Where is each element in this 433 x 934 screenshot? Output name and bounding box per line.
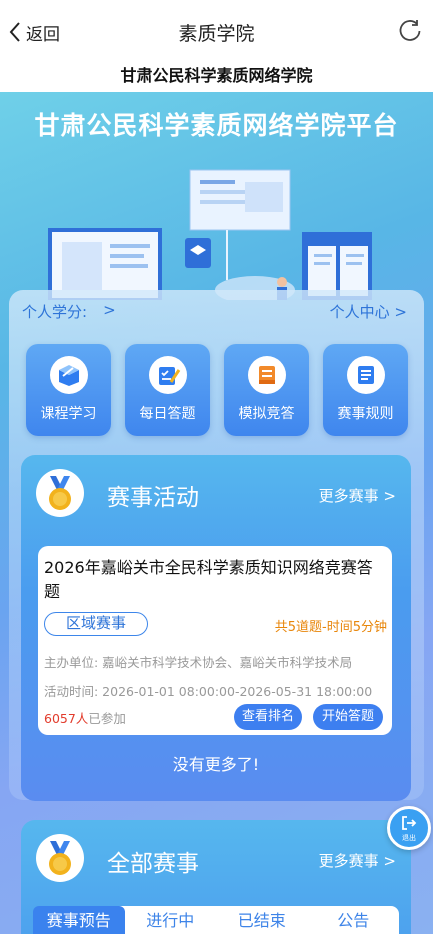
tile-label: 每日答题 (139, 406, 196, 422)
participant-suffix: 已参加 (88, 711, 126, 726)
banner-title: 甘肃公民科学素质网络学院平台 (34, 111, 399, 140)
event-meta: 共5道题-时间5分钟 (274, 620, 387, 635)
medal-icon (36, 834, 84, 882)
logout-icon (402, 815, 417, 830)
tile-daily-quiz[interactable]: 每日答题 (125, 344, 210, 436)
all-events-more-link[interactable]: 更多赛事 > (319, 850, 396, 871)
tab-ended[interactable]: 已结束 (216, 906, 308, 934)
event-participants: 6057人已参加 (44, 708, 126, 727)
event-tabs: 赛事预告 进行中 已结束 公告 (33, 906, 399, 934)
participant-count: 6057人 (44, 711, 89, 726)
page-title: 素质学院 (178, 23, 255, 45)
tile-label: 课程学习 (40, 406, 97, 422)
medal-icon (36, 469, 84, 517)
top-nav-bar: 返回 素质学院 (0, 0, 433, 62)
refresh-icon[interactable] (397, 18, 423, 44)
all-events-title: 全部赛事 (107, 851, 199, 877)
exit-label: 退出 (402, 833, 416, 842)
event-title: 2026年嘉峪关市全民科学素质知识网络竞赛答题 (44, 558, 373, 601)
mock-icon (258, 366, 275, 384)
event-organizer: 主办单位: 嘉峪关市科学技术协会、嘉峪关市科学技术局 (44, 655, 353, 670)
tab-ongoing[interactable]: 进行中 (125, 906, 217, 934)
tab-announcement[interactable]: 公告 (308, 906, 400, 934)
personal-credit[interactable]: 个人学分: > (22, 301, 116, 322)
quiz-icon (158, 367, 180, 385)
tile-label: 赛事规则 (337, 406, 394, 422)
event-time: 活动时间: 2026-01-01 08:00:00-2026-05-31 18:… (44, 684, 373, 699)
credit-arrow: > (103, 301, 116, 319)
tile-mock-contest[interactable]: 模拟竞答 (224, 344, 309, 436)
tile-course[interactable]: 课程学习 (26, 344, 111, 436)
site-subtitle: 甘肃公民科学素质网络学院 (0, 62, 433, 92)
credit-label: 个人学分: (22, 303, 88, 321)
course-icon (58, 365, 79, 386)
tile-label: 模拟竞答 (238, 406, 295, 422)
personal-center-link[interactable]: 个人中心 > (330, 301, 407, 322)
banner-illustration (48, 169, 372, 300)
rules-icon (357, 366, 374, 384)
events-title: 赛事活动 (107, 485, 199, 511)
tile-rules[interactable]: 赛事规则 (323, 344, 408, 436)
tab-upcoming[interactable]: 赛事预告 (33, 906, 125, 934)
feature-tiles: 课程学习 每日答题 模拟竞答 赛事规则 (26, 344, 408, 436)
start-quiz-button[interactable]: 开始答题 (313, 704, 383, 730)
view-ranking-button[interactable]: 查看排名 (234, 704, 302, 730)
events-more-link[interactable]: 更多赛事 > (319, 485, 396, 506)
exit-button[interactable]: 退出 (387, 806, 431, 850)
event-tag: 区域赛事 (44, 612, 148, 636)
no-more-text: 没有更多了! (172, 755, 260, 774)
